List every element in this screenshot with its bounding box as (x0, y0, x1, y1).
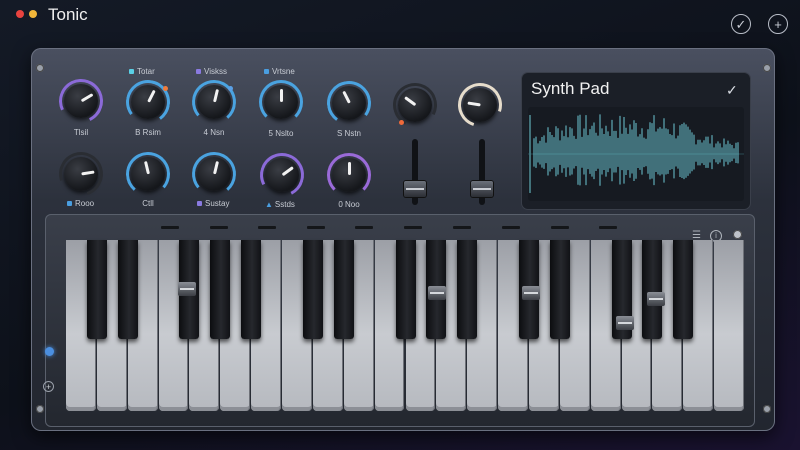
black-key[interactable] (395, 240, 416, 339)
black-key[interactable] (117, 240, 138, 339)
keybed-marker (307, 226, 325, 229)
keybed-marker (502, 226, 520, 229)
keybed-marker (210, 226, 228, 229)
fader-handle[interactable] (471, 180, 493, 197)
black-key[interactable] (457, 240, 478, 339)
power-button[interactable] (733, 230, 742, 239)
keybed-marker (258, 226, 276, 229)
black-key[interactable] (333, 240, 354, 339)
knob-b-rsim[interactable] (122, 76, 174, 128)
keybed-marker (551, 226, 569, 229)
keybed-marker (599, 226, 617, 229)
app-title: Tonic (48, 5, 88, 24)
knob-ctll[interactable] (124, 150, 172, 198)
label-sstds: ▲ Sstds (265, 200, 295, 209)
label-text: Vrtsne (272, 67, 295, 76)
knob-0-noo[interactable] (327, 153, 371, 197)
knob-fx-1[interactable] (387, 77, 443, 133)
label-text: Totar (137, 67, 155, 76)
indicator-dot (163, 86, 168, 91)
knob-label: 5 Nslto (268, 129, 294, 138)
triangle-icon: ▲ (265, 200, 273, 209)
key-fader-handle[interactable] (616, 316, 634, 330)
preset-name[interactable]: Synth Pad (531, 79, 609, 99)
checkmark-circle-icon[interactable]: ✓ (731, 14, 751, 34)
label-sustay: Sustay (197, 199, 229, 208)
screw-icon (36, 405, 44, 413)
screw-icon (763, 405, 771, 413)
indicator-dot (228, 86, 233, 91)
label-viskss: Viskss (196, 67, 227, 76)
waveform-view (528, 107, 744, 201)
fader-handle[interactable] (404, 180, 426, 197)
fader-1[interactable] (404, 139, 426, 205)
label-text: Sustay (205, 199, 230, 208)
knob-4-nsn[interactable] (190, 78, 238, 126)
black-key[interactable] (642, 240, 663, 339)
square-icon (264, 69, 269, 75)
knob-label: 4 Nsn (203, 128, 225, 137)
key-fader-handle[interactable] (428, 286, 446, 300)
title-bar: Tonic ✓ + (0, 0, 800, 34)
key-fader-handle[interactable] (522, 286, 540, 300)
black-key[interactable] (302, 240, 323, 339)
knob-s-nstn[interactable] (323, 77, 375, 129)
add-icon[interactable]: + (43, 381, 54, 392)
knob-sstds[interactable] (254, 147, 310, 203)
label-text: Rooo (75, 199, 95, 208)
keybed-marker (404, 226, 422, 229)
knob-rooo[interactable] (51, 144, 111, 204)
label-rooo: Rooo (67, 199, 94, 208)
key-fader-handle[interactable] (647, 292, 665, 306)
keybed-marker (161, 226, 179, 229)
indicator-dot (399, 120, 404, 125)
knob-label: S Nstn (336, 129, 362, 138)
knob-tlsil[interactable] (52, 72, 110, 130)
key-fader-handle[interactable] (178, 282, 196, 296)
knob-label: Tlsil (73, 128, 89, 137)
keybed-marker (355, 226, 373, 229)
label-totar: Totar (129, 67, 155, 76)
screw-icon (36, 64, 44, 72)
square-icon (67, 201, 72, 207)
keybed-marker (453, 226, 471, 229)
status-indicator (45, 347, 54, 356)
label-text: Viskss (204, 67, 227, 76)
plus-circle-icon[interactable]: + (768, 14, 788, 34)
knob-5-nslto[interactable] (259, 80, 303, 124)
black-key[interactable] (86, 240, 107, 339)
knob-label: 0 Noo (338, 200, 360, 209)
knob-label: B Rsim (135, 128, 161, 137)
window-close-dot[interactable] (16, 10, 24, 18)
waveform-icon (528, 114, 744, 193)
black-key[interactable] (549, 240, 570, 339)
square-icon (196, 69, 201, 75)
fader-2[interactable] (471, 139, 493, 205)
white-key[interactable] (714, 240, 744, 411)
preset-display: Synth Pad ✓ (522, 73, 750, 209)
square-icon (129, 69, 134, 75)
screw-icon (763, 64, 771, 72)
window-minimize-dot[interactable] (29, 10, 37, 18)
checkmark-icon[interactable]: ✓ (726, 82, 738, 99)
knob-sustay[interactable] (190, 150, 238, 198)
label-text: Sstds (274, 200, 295, 209)
label-vrtsne: Vrtsne (264, 67, 295, 76)
knob-label: Ctll (142, 199, 154, 208)
black-key[interactable] (241, 240, 262, 339)
black-key[interactable] (210, 240, 231, 339)
square-icon (197, 201, 202, 207)
black-key[interactable] (673, 240, 694, 339)
knob-fx-2[interactable] (450, 75, 510, 135)
